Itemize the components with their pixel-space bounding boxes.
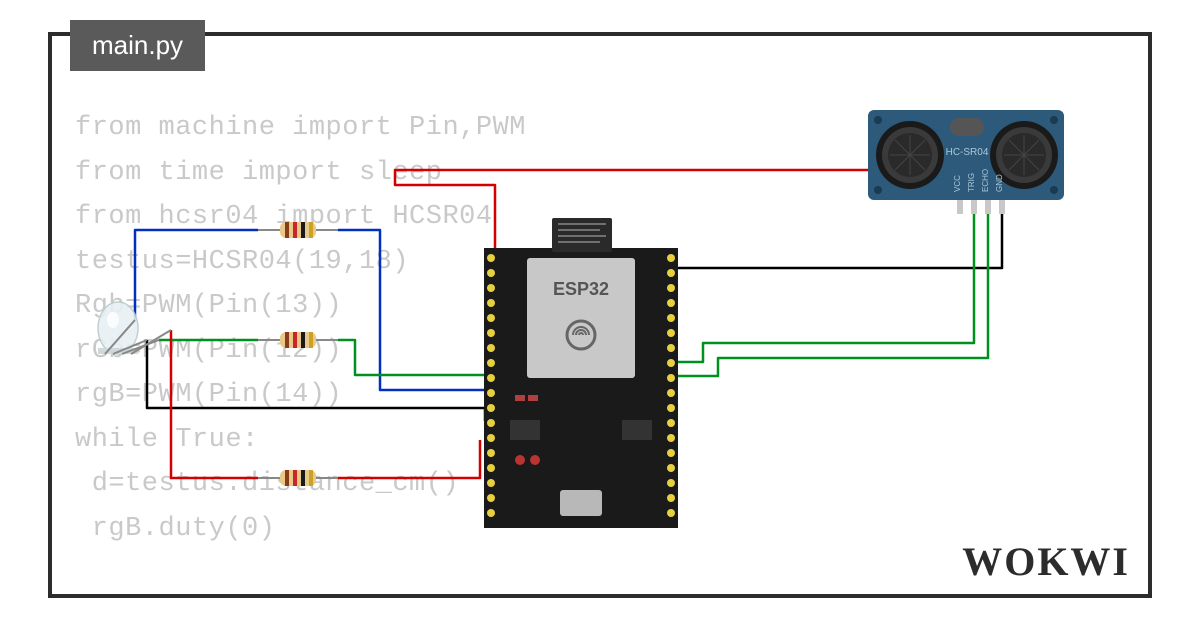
wire-echo [672,208,988,376]
svg-text:TRIG: TRIG [967,173,976,192]
file-tab: main.py [70,20,205,71]
esp32-board-icon: ESP32 [484,218,678,528]
resistor-3 [258,470,338,486]
resistor-2 [258,332,338,348]
wire-led-b [171,330,480,478]
wokwi-brand: WOKWI [962,538,1130,585]
hcsr04-sensor-icon: HC-SR04 VCC TRIG ECHO GND [868,110,1064,214]
wire-led-r [135,230,497,403]
hcsr04-label: HC-SR04 [946,147,989,158]
wire-led-gnd [147,340,485,421]
svg-text:VCC: VCC [953,175,962,192]
svg-text:GND: GND [995,174,1004,192]
esp32-label: ESP32 [553,279,609,299]
wire-trig [672,208,974,362]
resistor-1 [258,222,338,238]
circuit-diagram: ESP32 [0,0,1200,630]
wire-gnd [672,208,1002,268]
svg-text:ECHO: ECHO [981,169,990,192]
wire-led-g [159,340,489,388]
